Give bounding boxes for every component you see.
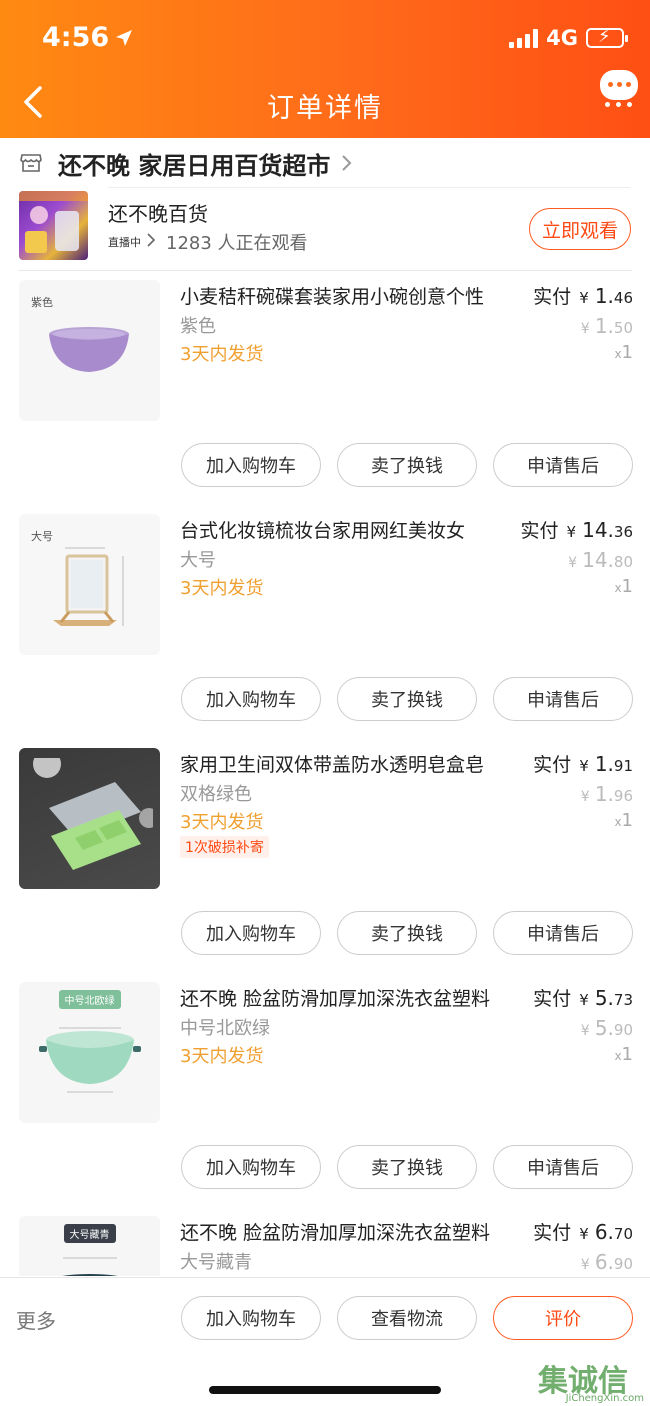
status-time: 4:56 <box>42 22 133 53</box>
product-name[interactable]: 家用卫生间双体带盖防水透明皂盒皂 <box>180 750 520 777</box>
order-items-list: 紫色 小麦秸秆碗碟套装家用小碗创意个性 紫色 3天内发货 实付 ¥ 1.46 ¥… <box>0 280 650 1276</box>
shop-name[interactable]: 还不晚 家居日用百货超市 <box>58 146 330 181</box>
order-detail-page: 4:56 4G ⚡ 订单详情 还不晚 家居日用百货超市 还不晚百货 直播中 12… <box>0 0 650 1406</box>
original-price: ¥ 1.96 <box>580 782 633 806</box>
add-to-cart-button[interactable]: 加入购物车 <box>181 443 321 487</box>
paid-price: 实付 ¥ 1.46 <box>533 284 633 308</box>
watch-now-button[interactable]: 立即观看 <box>529 208 631 250</box>
status-indicators: 4G ⚡ <box>509 26 628 50</box>
original-price: ¥ 5.90 <box>580 1016 633 1040</box>
product-sku: 中号北欧绿 <box>180 1018 270 1039</box>
product-name[interactable]: 还不晚 脸盆防滑加厚加深洗衣盆塑料 <box>180 984 520 1011</box>
after-sales-button[interactable]: 申请售后 <box>493 677 633 721</box>
divider <box>18 270 632 271</box>
product-name[interactable]: 还不晚 脸盆防滑加厚加深洗衣盆塑料 <box>180 1218 520 1245</box>
page-title: 订单详情 <box>267 93 383 124</box>
quantity: x1 <box>614 810 633 831</box>
product-name[interactable]: 台式化妆镜梳妆台家用网红美妆女 <box>180 516 520 543</box>
more-dots-icon[interactable] <box>605 102 632 107</box>
product-name[interactable]: 小麦秸秆碗碟套装家用小碗创意个性 <box>180 282 520 309</box>
view-logistics-button[interactable]: 查看物流 <box>337 1296 477 1340</box>
resell-button[interactable]: 卖了换钱 <box>337 1145 477 1189</box>
order-item: 大号 台式化妆镜梳妆台家用网红美妆女 大号 3天内发货 实付 ¥ 14.36 ¥… <box>0 514 650 748</box>
after-sales-button[interactable]: 申请售后 <box>493 911 633 955</box>
order-item: 紫色 小麦秸秆碗碟套装家用小碗创意个性 紫色 3天内发货 实付 ¥ 1.46 ¥… <box>0 280 650 514</box>
product-image[interactable]: 中号北欧绿 <box>19 982 160 1123</box>
message-icon[interactable] <box>600 70 638 100</box>
live-status-tag: 直播中 <box>108 236 141 249</box>
product-sku: 大号藏青 <box>180 1252 252 1273</box>
after-sales-button[interactable]: 申请售后 <box>493 1145 633 1189</box>
order-item: 家用卫生间双体带盖防水透明皂盒皂 双格绿色 3天内发货 1次破损补寄 实付 ¥ … <box>0 748 650 982</box>
product-image[interactable] <box>19 748 160 889</box>
product-image[interactable]: 大号 <box>19 514 160 655</box>
paid-price: 实付 ¥ 1.91 <box>533 752 633 776</box>
shipping-info: 3天内发货 <box>180 1046 264 1067</box>
watermark: 集诚信 JiChengXin.com <box>528 1356 648 1406</box>
live-thumbnail[interactable] <box>19 191 88 260</box>
product-image[interactable]: 紫色 <box>19 280 160 421</box>
thumb-variant-tag: 大号藏青 <box>63 1224 116 1243</box>
signal-icon <box>509 28 539 48</box>
shop-row[interactable]: 还不晚 家居日用百货超市 <box>0 138 650 188</box>
battery-icon: ⚡ <box>586 27 628 48</box>
home-indicator[interactable] <box>209 1386 441 1394</box>
shop-icon <box>20 154 42 172</box>
network-type: 4G <box>546 26 578 50</box>
product-sku: 双格绿色 <box>180 784 252 805</box>
add-to-cart-button[interactable]: 加入购物车 <box>181 1296 321 1340</box>
product-image[interactable]: 大号藏青 <box>19 1216 160 1276</box>
shipping-info: 3天内发货 <box>180 578 264 599</box>
more-button[interactable]: 更多 <box>16 1305 56 1334</box>
resell-button[interactable]: 卖了换钱 <box>337 911 477 955</box>
divider <box>108 187 630 188</box>
original-price: ¥ 6.90 <box>580 1250 633 1274</box>
shipping-info: 3天内发货 <box>180 344 264 365</box>
chevron-right-icon <box>342 155 352 171</box>
order-item: 大号藏青 还不晚 脸盆防滑加厚加深洗衣盆塑料 大号藏青 实付 ¥ 6.70 ¥ … <box>0 1216 650 1276</box>
review-button[interactable]: 评价 <box>493 1296 633 1340</box>
thumb-variant-tag: 中号北欧绿 <box>58 990 121 1009</box>
add-to-cart-button[interactable]: 加入购物车 <box>181 1145 321 1189</box>
quantity: x1 <box>614 342 633 363</box>
product-sku: 紫色 <box>180 316 216 337</box>
order-item: 中号北欧绿 还不晚 脸盆防滑加厚加深洗衣盆塑料 中号北欧绿 3天内发货 实付 ¥… <box>0 982 650 1216</box>
after-sales-button[interactable]: 申请售后 <box>493 443 633 487</box>
live-stream-row[interactable]: 还不晚百货 直播中 1283 人正在观看 立即观看 <box>0 190 650 270</box>
add-to-cart-button[interactable]: 加入购物车 <box>181 911 321 955</box>
live-viewer-count: 1283 人正在观看 <box>166 233 308 254</box>
paid-price: 实付 ¥ 14.36 <box>520 518 633 542</box>
resell-button[interactable]: 卖了换钱 <box>337 443 477 487</box>
original-price: ¥ 1.50 <box>580 314 633 338</box>
quantity: x1 <box>614 576 633 597</box>
clock: 4:56 <box>42 22 110 53</box>
product-sku: 大号 <box>180 550 216 571</box>
resell-button[interactable]: 卖了换钱 <box>337 677 477 721</box>
live-title: 还不晚百货 <box>108 202 208 226</box>
location-arrow-icon <box>116 29 133 46</box>
chevron-right-icon <box>147 233 156 247</box>
paid-price: 实付 ¥ 5.73 <box>533 986 633 1010</box>
header: 4:56 4G ⚡ 订单详情 <box>0 0 650 138</box>
watermark-text: JiChengXin.com <box>565 1393 644 1404</box>
paid-price: 实付 ¥ 6.70 <box>533 1220 633 1244</box>
shipping-info: 3天内发货 <box>180 812 264 833</box>
original-price: ¥ 14.80 <box>568 548 633 572</box>
add-to-cart-button[interactable]: 加入购物车 <box>181 677 321 721</box>
service-tag: 1次破损补寄 <box>180 836 269 858</box>
thumb-variant-label: 紫色 <box>31 296 53 309</box>
quantity: x1 <box>614 1044 633 1065</box>
